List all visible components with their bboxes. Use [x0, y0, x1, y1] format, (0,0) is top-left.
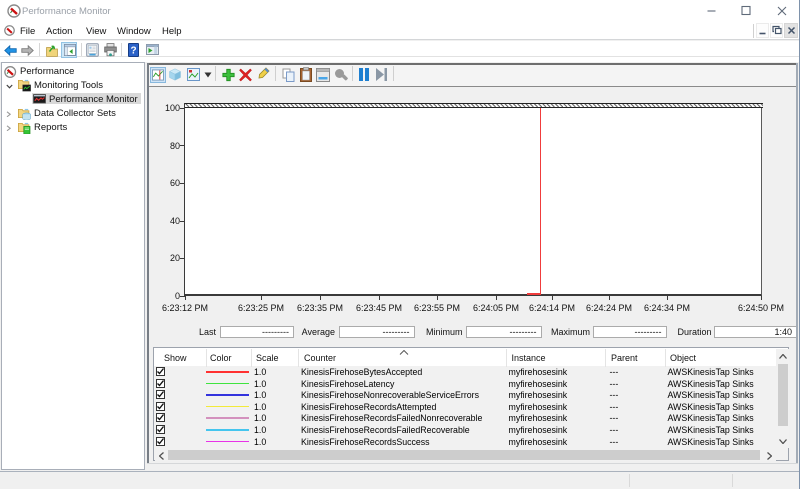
svg-text:?: ? — [130, 46, 136, 57]
